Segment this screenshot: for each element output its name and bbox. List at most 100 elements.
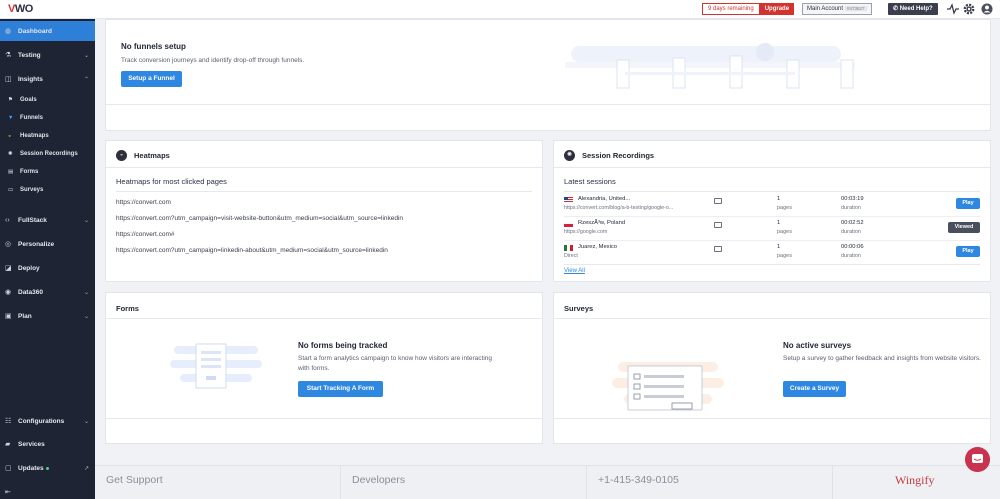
insights-icon: ◫	[5, 76, 12, 83]
sidebar-item-testing[interactable]: ⚗ Testing ⌄	[0, 45, 95, 65]
forms-empty-description: Start a form analytics campaign to know …	[298, 355, 493, 372]
mx-flag-icon	[564, 245, 573, 251]
survey-icon: ▭	[8, 187, 14, 193]
upgrade-button[interactable]: Upgrade	[759, 3, 795, 15]
phone-icon: ✆	[893, 6, 899, 12]
heatmaps-title: Heatmaps	[134, 151, 170, 160]
sidebar-subitem-session-recordings[interactable]: ✺ Session Recordings	[0, 146, 95, 162]
forms-empty-title: No forms being tracked	[298, 341, 388, 350]
create-survey-button[interactable]: Create a Survey	[783, 381, 846, 397]
desktop-icon	[714, 246, 722, 252]
session-pages-label: pages	[777, 229, 792, 235]
notification-dot	[45, 466, 49, 470]
chat-icon[interactable]	[965, 447, 990, 472]
sidebar-subitem-surveys[interactable]: ▭ Surveys	[0, 182, 95, 198]
session-duration: 00:02:52	[841, 220, 864, 226]
top-bar: VWO 9 days remaining Upgrade Main Accoun…	[0, 0, 1000, 19]
need-help-button[interactable]: ✆ Need Help?	[888, 3, 938, 15]
form-icon: ▤	[8, 169, 14, 175]
plan-icon: ▣	[5, 313, 12, 320]
start-tracking-form-button[interactable]: Start Tracking A Form	[298, 381, 383, 397]
chevron-up-icon: ⌃	[83, 76, 89, 83]
chevron-down-icon: ⌄	[83, 289, 89, 296]
target-icon: ◎	[5, 241, 12, 248]
sidebar-item-personalize[interactable]: ◎ Personalize	[0, 234, 95, 254]
sidebar-item-insights[interactable]: ◫ Insights ⌃	[0, 69, 95, 89]
sidebar-item-fullstack[interactable]: ‹› FullStack ⌄	[0, 210, 95, 230]
account-name: Main Account	[807, 6, 844, 12]
heatmap-icon: ◒	[116, 150, 127, 161]
sidebar-subitem-goals[interactable]: ⚑ Goals	[0, 92, 95, 108]
sidebar-item-plan[interactable]: ▣ Plan ⌄	[0, 306, 95, 326]
sidebar-subitem-forms[interactable]: ▤ Forms	[0, 164, 95, 180]
sidebar: ◍ Dashboard ⚗ Testing ⌄ ◫ Insights ⌃ ⚑ Goals ▼…	[0, 19, 95, 499]
view-all-link[interactable]: View All	[564, 268, 585, 274]
flag-icon: ⚑	[8, 97, 13, 103]
chevron-down-icon: ⌄	[83, 217, 89, 224]
sidebar-item-configurations[interactable]: ☷ Configurations ⌄	[0, 411, 95, 431]
sessions-list-divider	[564, 264, 980, 265]
sessions-header-divider	[554, 167, 990, 168]
funnels-empty-title: No funnels setup	[121, 42, 186, 51]
forms-header-divider	[106, 318, 542, 319]
heatmaps-subtitle: Heatmaps for most clicked pages	[116, 177, 227, 186]
setup-funnel-button[interactable]: Setup a Funnel	[121, 71, 182, 87]
funnels-divider	[106, 104, 990, 105]
sidebar-subitem-heatmaps[interactable]: ◒ Heatmaps	[0, 128, 95, 144]
developers-link[interactable]: Developers	[341, 466, 587, 499]
account-id: #473627	[845, 6, 867, 11]
wingify-brand: Wingify	[895, 473, 935, 487]
session-duration-label: duration	[841, 205, 861, 211]
recording-icon: ✺	[8, 151, 13, 157]
surveys-empty-title: No active surveys	[783, 341, 852, 350]
session-row: RzeszÃ³w, Poland https://google.com 1 pa…	[564, 217, 980, 241]
sidebar-item-services[interactable]: ▰ Services	[0, 434, 95, 454]
session-pages-count: 1	[777, 244, 781, 250]
flask-icon: ⚗	[5, 52, 12, 59]
code-icon: ‹›	[5, 216, 10, 224]
forms-footer-divider	[106, 418, 542, 419]
session-row: Juarez, Mexico Direct 1 pages 00:00:06 d…	[564, 241, 980, 265]
session-row: Alexandria, United... https://convert.co…	[564, 193, 980, 217]
session-source: https://google.com	[564, 229, 608, 235]
heatmap-page-link[interactable]: https://convert.com?utm_campaign=visit-w…	[116, 215, 403, 222]
pl-flag-icon	[564, 221, 573, 227]
heatmap-page-link[interactable]: https://convert.com#	[116, 231, 175, 238]
sidebar-collapse-button[interactable]: ⇤	[0, 482, 95, 499]
dashboard-icon: ◍	[5, 28, 12, 35]
session-recordings-title: Session Recordings	[582, 151, 655, 160]
sidebar-item-data360[interactable]: ◉ Data360 ⌄	[0, 282, 95, 302]
gear-icon[interactable]	[962, 2, 976, 16]
play-button[interactable]: Play	[956, 198, 980, 209]
heatmap-icon: ◒	[8, 133, 12, 139]
viewed-button[interactable]: Viewed	[948, 222, 980, 233]
session-pages-label: pages	[777, 205, 792, 211]
user-icon[interactable]	[980, 2, 994, 16]
vwo-logo[interactable]: VWO	[8, 3, 33, 15]
surveys-header-divider	[554, 318, 990, 319]
sidebar-item-dashboard[interactable]: ◍ Dashboard	[0, 21, 95, 41]
footer: Get Support Developers +1-415-349-0105 W…	[95, 465, 1000, 499]
heatmap-page-link[interactable]: https://convert.com?utm_campaign=linkedi…	[116, 247, 388, 254]
trial-remaining: 9 days remaining	[702, 3, 760, 15]
funnel-icon: ▼	[8, 115, 14, 121]
desktop-icon	[714, 222, 722, 228]
database-icon: ◉	[5, 289, 12, 296]
get-support-link[interactable]: Get Support	[95, 466, 341, 499]
sidebar-item-deploy[interactable]: ◪ Deploy	[0, 258, 95, 278]
heatmap-page-link[interactable]: https://convert.com	[116, 199, 171, 206]
session-location: RzeszÃ³w, Poland	[578, 220, 626, 226]
activity-icon[interactable]	[946, 2, 960, 16]
session-source: https://convert.com/blog/a-b-testing/goo…	[564, 205, 674, 211]
play-button[interactable]: Play	[956, 246, 980, 257]
sidebar-item-updates[interactable]: ▢ Updates ↗	[0, 458, 95, 478]
session-location: Alexandria, United...	[578, 196, 631, 202]
heatmaps-subtitle-divider	[116, 191, 532, 192]
chevron-down-icon: ⌄	[83, 418, 89, 425]
external-link-icon: ↗	[83, 465, 89, 472]
account-switcher[interactable]: Main Account #473627	[802, 3, 872, 15]
sidebar-subitem-funnels[interactable]: ▼ Funnels	[0, 110, 95, 126]
us-flag-icon	[564, 197, 573, 203]
session-duration-label: duration	[841, 253, 861, 259]
session-duration: 00:03:19	[841, 196, 864, 202]
